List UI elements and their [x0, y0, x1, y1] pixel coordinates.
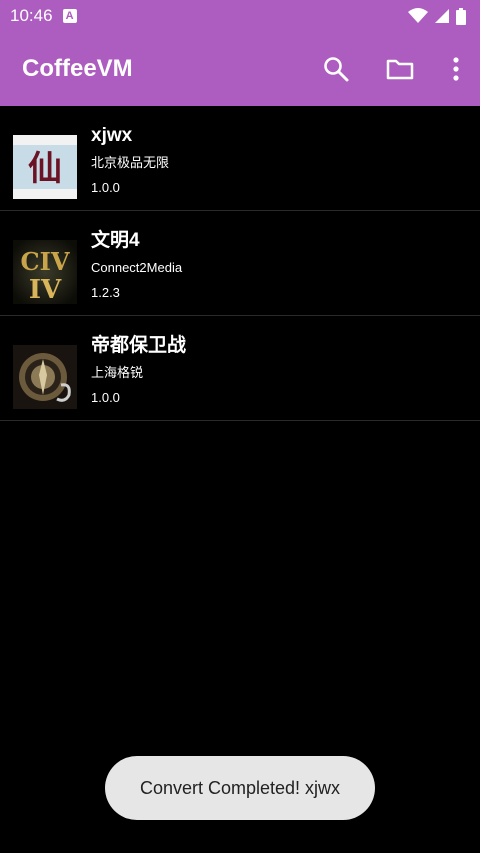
game-row[interactable]: 帝都保卫战 上海格锐 1.0.0 [0, 316, 480, 421]
game-publisher: 北京极品无限 [91, 155, 170, 170]
game-publisher: Connect2Media [91, 260, 183, 275]
game-version: 1.0.0 [91, 390, 120, 405]
app-actions [304, 41, 480, 97]
folder-icon [386, 59, 414, 80]
status-icons [408, 7, 466, 25]
more-vert-icon [453, 57, 459, 81]
game-publisher: 上海格锐 [91, 365, 144, 380]
game-row[interactable]: CIV IV 文明4 Connect2Media 1.2.3 [0, 211, 480, 316]
game-title: 文明4 [91, 230, 140, 251]
game-title: 帝都保卫战 [91, 335, 187, 356]
game-title: xjwx [91, 125, 133, 146]
game-icon-civ: CIV IV [13, 240, 77, 304]
game-icon-xjwx: 仙 [13, 135, 77, 199]
battery-icon [456, 7, 466, 25]
status-time: 10:46 [10, 6, 53, 25]
app-bar: CoffeeVM [0, 32, 480, 106]
search-button[interactable] [304, 41, 368, 97]
signal-icon [435, 9, 449, 23]
top-bar: 10:46 A CoffeeVM [0, 0, 480, 106]
toast-message: Convert Completed! xjwx [105, 756, 375, 820]
game-list: 仙 xjwx 北京极品无限 1.0.0 CIV IV 文明4 Connect2M… [0, 106, 480, 421]
wifi-icon [408, 8, 428, 23]
search-icon [324, 57, 349, 82]
game-icon-emblem [13, 345, 77, 409]
game-row[interactable]: 仙 xjwx 北京极品无限 1.0.0 [0, 106, 480, 211]
app-title: CoffeeVM [22, 55, 133, 82]
a-letter-icon: A [62, 9, 77, 23]
svg-text:仙: 仙 [28, 149, 62, 189]
svg-text:IV: IV [29, 275, 62, 304]
more-options-button[interactable] [432, 41, 480, 97]
open-folder-button[interactable] [368, 41, 432, 97]
svg-text:CIV: CIV [21, 247, 70, 276]
game-version: 1.2.3 [91, 285, 120, 300]
status-bar: 10:46 A [0, 0, 480, 32]
game-version: 1.0.0 [91, 180, 120, 195]
